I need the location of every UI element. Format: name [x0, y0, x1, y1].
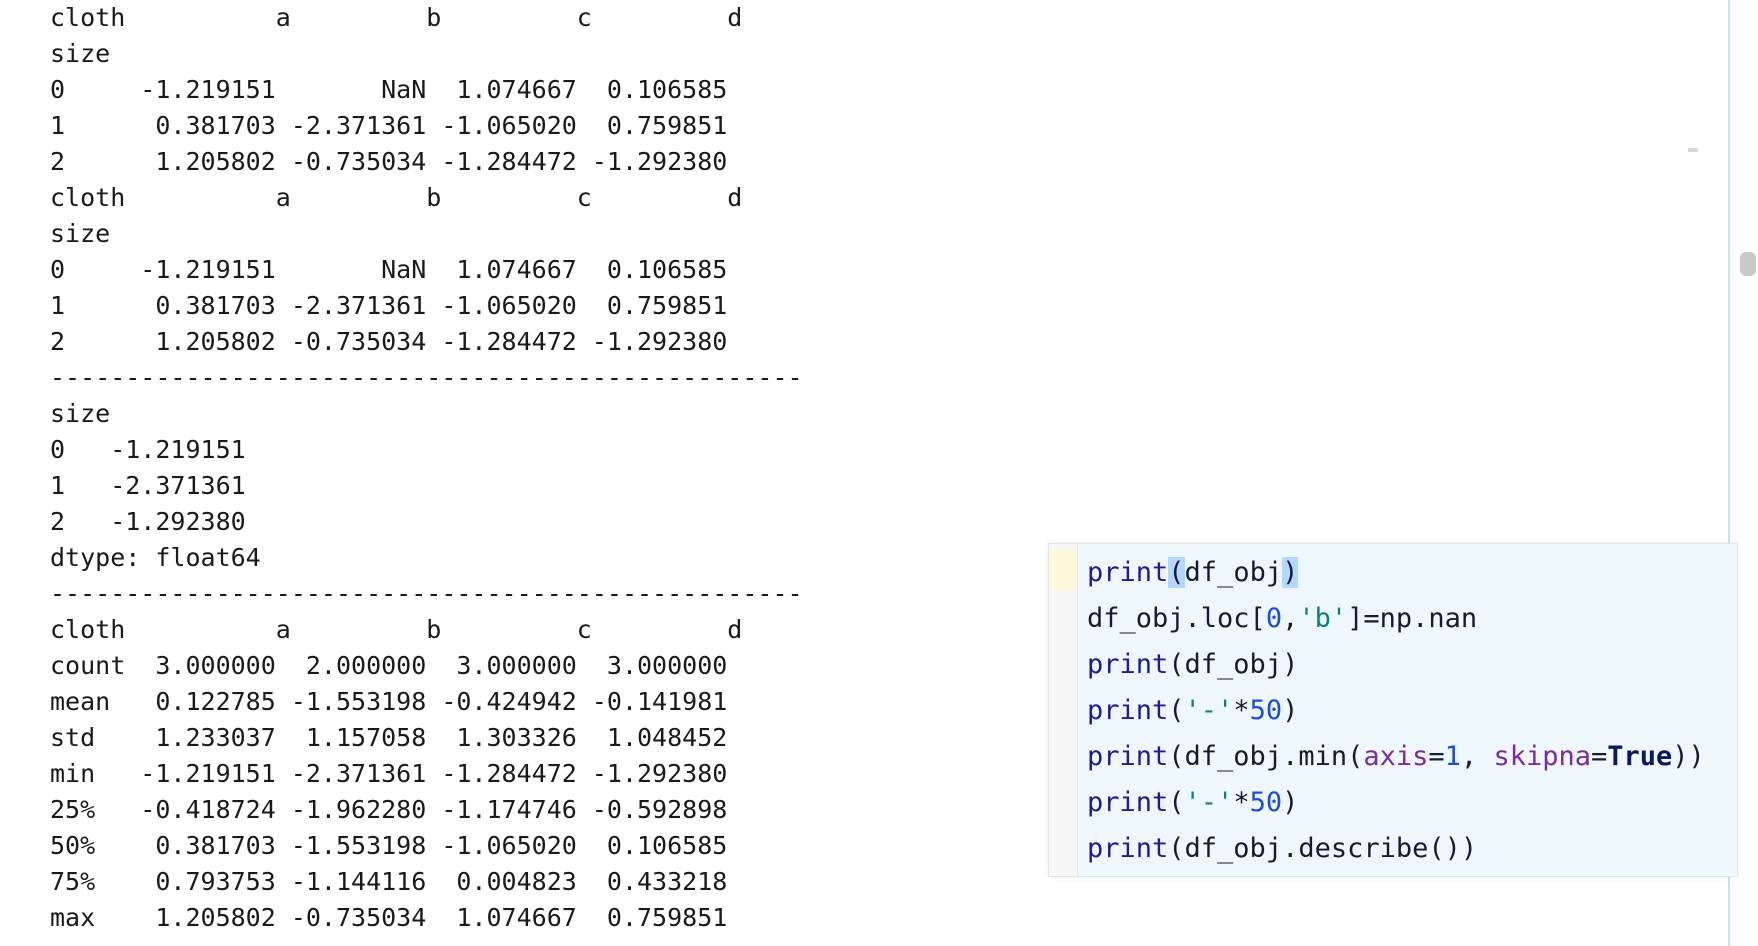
- code-token: ): [1282, 557, 1299, 588]
- code-token: 50: [1249, 787, 1283, 818]
- code-token: print: [1087, 695, 1169, 726]
- console-output-text: cloth a b c d size 0 -1.219151 NaN 1.074…: [50, 3, 803, 932]
- code-token: print: [1087, 787, 1169, 818]
- code-token: '-': [1184, 695, 1234, 726]
- code-token: print: [1087, 741, 1169, 772]
- code-token: 'b': [1298, 603, 1348, 634]
- code-token: ,: [1460, 741, 1494, 772]
- code-line: print(df_obj.min(axis=1, skipna=True)): [1087, 734, 1705, 780]
- code-token: ): [1282, 695, 1299, 726]
- code-token: (df_obj.describe()): [1168, 833, 1478, 864]
- code-token: ): [1282, 787, 1299, 818]
- current-line-marker: [1049, 550, 1077, 590]
- code-token: (df_obj): [1168, 649, 1299, 680]
- code-line: print(df_obj): [1087, 642, 1705, 688]
- code-token: df_obj.loc[: [1087, 603, 1266, 634]
- code-token: )): [1672, 741, 1705, 772]
- code-popup: print(df_obj) df_obj.loc[0,'b']=np.nan pri…: [1048, 543, 1738, 877]
- code-token: *: [1233, 787, 1250, 818]
- code-token: (: [1168, 695, 1185, 726]
- code-token: skipna: [1493, 741, 1591, 772]
- code-gutter: [1049, 544, 1078, 876]
- code-token: =: [1428, 741, 1445, 772]
- code-token: print: [1087, 649, 1169, 680]
- code-token: '-': [1184, 787, 1234, 818]
- code-token: True: [1607, 741, 1673, 772]
- code-token: print: [1087, 557, 1169, 588]
- code-token: print: [1087, 833, 1169, 864]
- code-line: print(df_obj.describe()): [1087, 826, 1705, 872]
- code-token: 50: [1249, 695, 1283, 726]
- code-line: print('-'*50): [1087, 780, 1705, 826]
- code-line: df_obj.loc[0,'b']=np.nan: [1087, 596, 1705, 642]
- code-token: (df_obj.min(: [1168, 741, 1364, 772]
- code-lines: print(df_obj) df_obj.loc[0,'b']=np.nan pri…: [1087, 550, 1705, 872]
- code-token: 0: [1265, 603, 1283, 634]
- code-token: ]=np.nan: [1347, 603, 1478, 634]
- code-token: (: [1168, 557, 1185, 588]
- scroll-marker: [1688, 148, 1698, 152]
- code-line: print('-'*50): [1087, 688, 1705, 734]
- code-token: *: [1233, 695, 1250, 726]
- code-token: ,: [1282, 603, 1299, 634]
- code-token: =: [1590, 741, 1608, 772]
- code-token: df_obj: [1184, 557, 1283, 588]
- scrollbar-thumb[interactable]: [1740, 252, 1756, 276]
- code-token: axis: [1363, 741, 1429, 772]
- code-line: print(df_obj): [1087, 550, 1705, 596]
- code-token: (: [1168, 787, 1185, 818]
- code-token: 1: [1444, 741, 1461, 772]
